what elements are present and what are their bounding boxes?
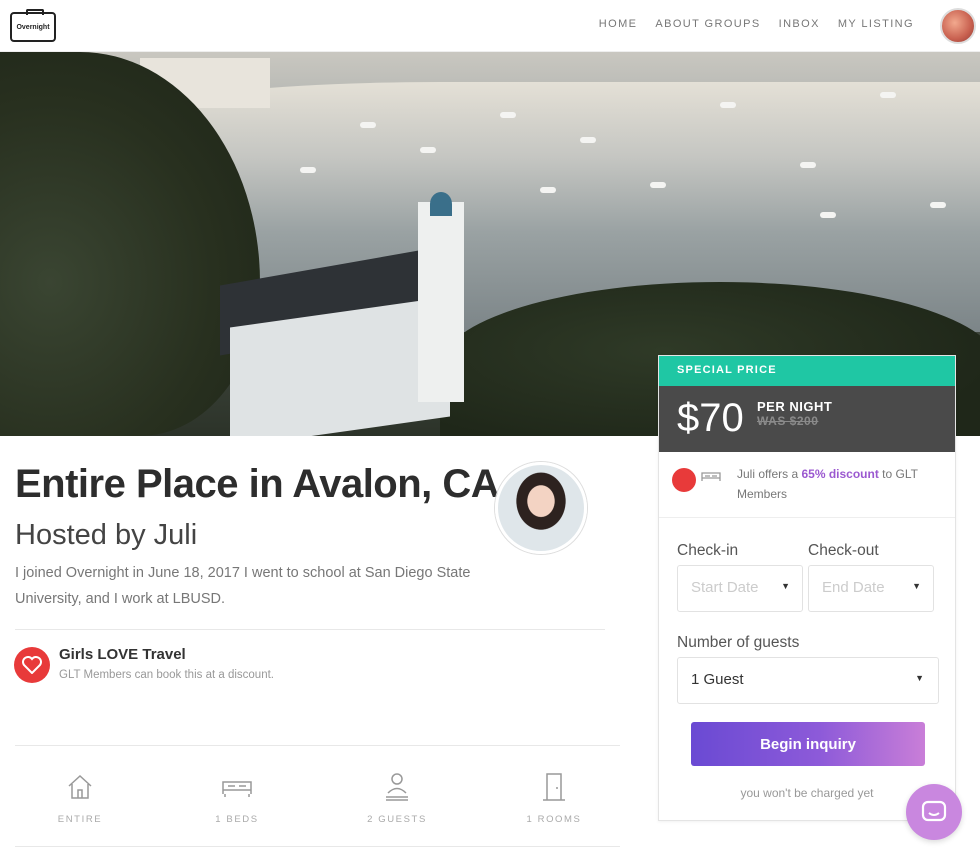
- group-discount-offer: Juli offers a 65% discount to GLT Member…: [659, 452, 955, 518]
- checkout-label: Check-out: [808, 542, 879, 559]
- logo-text: Overnight: [16, 23, 50, 31]
- guests-label: Number of guests: [677, 634, 800, 651]
- chat-icon: [921, 800, 947, 822]
- group-description: GLT Members can book this at a discount.: [59, 669, 274, 681]
- amenity-guests: 2 GUESTS: [347, 770, 447, 825]
- host-bio: I joined Overnight in June 18, 2017 I we…: [15, 565, 471, 607]
- price-bar: $70 PER NIGHT WAS $200: [659, 386, 955, 452]
- heart-icon: [22, 656, 42, 674]
- checkout-placeholder: End Date: [822, 579, 885, 596]
- boat: [930, 202, 946, 208]
- chevron-down-icon: ▼: [915, 673, 924, 683]
- per-night-label: PER NIGHT: [757, 399, 833, 414]
- boat: [800, 162, 816, 168]
- nav-home[interactable]: HOME: [599, 18, 638, 30]
- divider: [15, 629, 605, 630]
- listing-title: Entire Place in Avalon, CA: [15, 462, 500, 506]
- host-avatar[interactable]: [495, 462, 587, 554]
- special-price-badge: SPECIAL PRICE: [659, 356, 955, 386]
- door-icon: [543, 773, 565, 801]
- amenity-beds: 1 BEDS: [187, 770, 287, 825]
- chevron-down-icon: ▼: [912, 581, 921, 591]
- overnight-logo[interactable]: Overnight: [10, 9, 56, 42]
- glt-logo-icon: [672, 468, 696, 492]
- house-icon: [68, 774, 92, 799]
- guests-value: 1 Guest: [691, 671, 744, 688]
- boat: [500, 112, 516, 118]
- checkin-label: Check-in: [677, 542, 739, 559]
- boat: [820, 212, 836, 218]
- amenity-rooms: 1 ROOMS: [504, 770, 604, 825]
- guest-icon: [386, 773, 408, 801]
- checkin-date-input[interactable]: Start Date ▼: [677, 565, 803, 612]
- bed-icon: [700, 470, 722, 487]
- lighthouse-tower: [418, 202, 464, 402]
- boat: [580, 137, 596, 143]
- original-price: WAS $200: [757, 414, 819, 428]
- bed-icon: [222, 781, 252, 797]
- group-name[interactable]: Girls LOVE Travel: [59, 646, 186, 663]
- boat: [360, 122, 376, 128]
- user-avatar[interactable]: [940, 8, 976, 44]
- top-nav-bar: Overnight HOME ABOUT GROUPS INBOX MY LIS…: [0, 0, 980, 52]
- amenity-label: 2 GUESTS: [367, 814, 427, 825]
- discount-percent: 65% discount: [801, 467, 879, 481]
- discount-text: Juli offers a 65% discount to GLT Member…: [737, 464, 937, 504]
- boat: [650, 182, 666, 188]
- checkout-date-input[interactable]: End Date ▼: [808, 565, 934, 612]
- boat: [300, 167, 316, 173]
- hosted-by: Hosted by Juli: [15, 519, 198, 551]
- nav-inbox[interactable]: INBOX: [779, 18, 820, 30]
- divider: [15, 846, 620, 847]
- lighthouse-cupola: [430, 192, 452, 216]
- chevron-down-icon: ▼: [781, 581, 790, 591]
- boat: [540, 187, 556, 193]
- chat-launcher-button[interactable]: [906, 784, 962, 840]
- nightly-price: $70: [677, 396, 744, 440]
- main-nav: HOME ABOUT GROUPS INBOX MY LISTING: [599, 18, 914, 30]
- girls-love-travel-logo-icon: [14, 647, 50, 683]
- nav-about-groups[interactable]: ABOUT GROUPS: [655, 18, 760, 30]
- boat: [880, 92, 896, 98]
- offer-prefix: Juli offers a: [737, 467, 802, 481]
- checkin-placeholder: Start Date: [691, 579, 759, 596]
- booking-card: SPECIAL PRICE $70 PER NIGHT WAS $200 Jul…: [658, 355, 956, 821]
- guests-select[interactable]: 1 Guest ▼: [677, 657, 939, 704]
- boat: [420, 147, 436, 153]
- divider: [15, 745, 620, 746]
- amenity-label: 1 ROOMS: [526, 814, 582, 825]
- begin-inquiry-button[interactable]: Begin inquiry: [691, 722, 925, 766]
- amenity-entire: ENTIRE: [30, 770, 130, 825]
- amenity-label: ENTIRE: [57, 814, 103, 825]
- nav-my-listing[interactable]: MY LISTING: [838, 18, 914, 30]
- amenity-label: 1 BEDS: [215, 814, 259, 825]
- boat: [720, 102, 736, 108]
